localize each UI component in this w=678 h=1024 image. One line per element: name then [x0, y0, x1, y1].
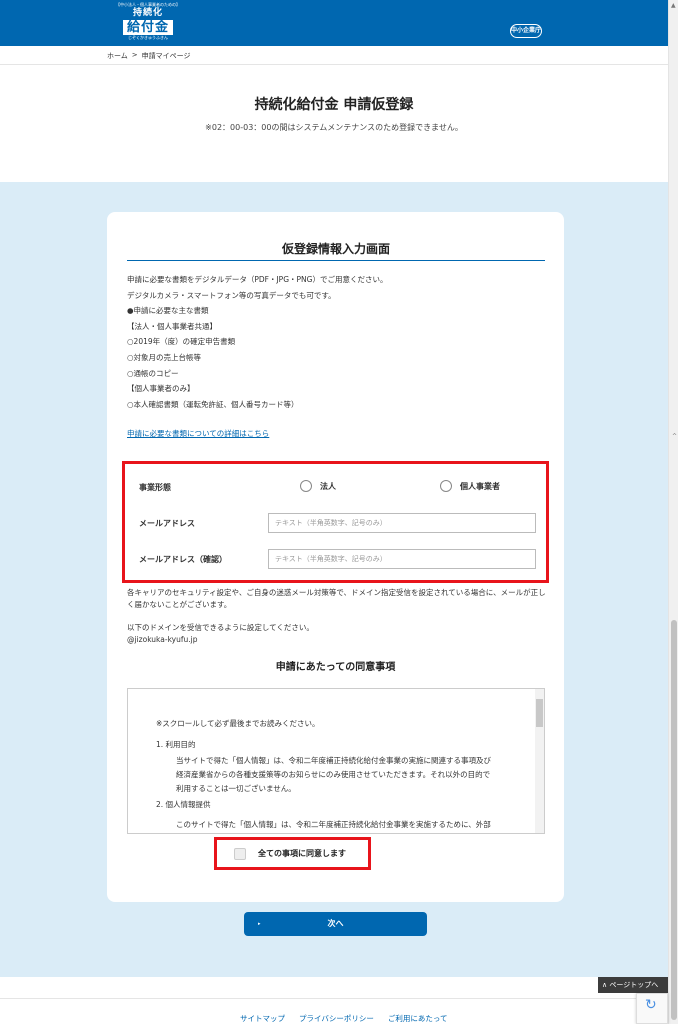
consent-line: 1. 利用目的 — [156, 740, 196, 749]
jizokuka-logo[interactable]: 【中小法人・個人事業者のための】 持続化 給付金 じぞくかきゅうふきん — [113, 2, 183, 42]
scrollbar-thumb[interactable] — [671, 620, 677, 1020]
required-documents-list: 申請に必要な書類をデジタルデータ（PDF・JPG・PNG）でご用意ください。 デ… — [127, 272, 547, 412]
logo-top-text: 持続化 — [132, 8, 163, 18]
footer-link-terms[interactable]: ご利用にあたって — [388, 1013, 448, 1024]
domain-text: @jizokuka-kyufu.jp — [127, 635, 198, 644]
radio-individual-label: 個人事業者 — [460, 481, 500, 491]
radio-corp-circle[interactable] — [300, 480, 312, 492]
site-header: 【中小法人・個人事業者のための】 持続化 給付金 じぞくかきゅうふきん 中小企業… — [0, 0, 668, 46]
doc-line: ○通帳のコピー — [127, 368, 179, 378]
recaptcha-icon: ↻ — [645, 997, 657, 1013]
footer-divider — [0, 998, 668, 999]
footer-links: サイトマップ プライバシーポリシー ご利用にあたって — [240, 1013, 447, 1024]
doc-line: 【個人事業者のみ】 — [127, 384, 195, 394]
doc-line: 申請に必要な書類をデジタルデータ（PDF・JPG・PNG）でご用意ください。 — [127, 275, 388, 284]
page-scrollbar[interactable]: ▲ ^ — [668, 0, 678, 1024]
form-highlight-box: 事業形態 法人 個人事業者 メールアドレス テキスト（半角英数字、記号のみ） メ… — [122, 461, 549, 583]
next-button[interactable]: ▸ 次へ — [244, 912, 427, 936]
consent-scroll-box[interactable]: ※スクロールして必ず最後までお読みください。 1. 利用目的 当サイトで得た「個… — [127, 688, 545, 834]
page-title: 持続化給付金 申請仮登録 — [254, 97, 414, 113]
consent-line: 経済産業省からの各種支援策等のお知らせにのみ使用させていただきます。それ以外の目… — [176, 770, 491, 779]
card-title-rule — [127, 260, 545, 261]
maintenance-notice: ※02：00-03：00の間はシステムメンテナンスのため登録できません。 — [205, 123, 463, 132]
page-top-button[interactable]: ∧ ページトップへ — [598, 977, 668, 993]
consent-scrollbar-thumb[interactable] — [536, 699, 543, 727]
radio-corporation[interactable]: 法人 — [300, 480, 336, 492]
consent-line: 当サイトで得た「個人情報」は、令和二年度補正持続化給付金事業の実施に関連する事項… — [176, 756, 491, 765]
documents-detail-link[interactable]: 申請に必要な書類についての詳細はこちら — [127, 428, 269, 439]
logo-main-text: 給付金 — [122, 20, 173, 35]
next-arrow-icon: ▸ — [258, 921, 261, 927]
consent-scrollbar[interactable] — [535, 689, 544, 833]
footer-link-sitemap[interactable]: サイトマップ — [240, 1013, 285, 1024]
email-confirm-input[interactable]: テキスト（半角英数字、記号のみ） — [268, 549, 536, 569]
footer-link-privacy[interactable]: プライバシーポリシー — [299, 1013, 374, 1024]
doc-line: デジタルカメラ・スマートフォン等の写真データでも可です。 — [127, 290, 336, 300]
agency-logo[interactable]: 中小企業庁 — [510, 24, 542, 38]
logo-sub-text: じぞくかきゅうふきん — [128, 35, 168, 40]
breadcrumb-home[interactable]: ホーム — [107, 51, 128, 61]
doc-line: ○2019年（度）の確定申告書類 — [127, 337, 236, 347]
domain-intro: 以下のドメインを受信できるように設定してください。 — [127, 623, 314, 632]
breadcrumb-divider — [0, 64, 668, 65]
business-type-label: 事業形態 — [139, 483, 171, 492]
consent-line: このサイトで得た「個人情報」は、令和二年度補正持続化給付金事業を実施するために、… — [176, 820, 491, 829]
carrier-notice: 各キャリアのセキュリティ設定や、ご自身の迷惑メール対策等で、ドメイン指定受信を設… — [127, 588, 546, 609]
scroll-up-icon[interactable]: ▲ — [671, 2, 676, 9]
recaptcha-badge[interactable]: ↻ — [636, 993, 668, 1024]
email-confirm-label: メールアドレス（確認） — [139, 555, 227, 564]
agree-label[interactable]: 全ての事項に同意します — [258, 848, 346, 859]
email-input[interactable]: テキスト（半角英数字、記号のみ） — [268, 513, 536, 533]
email-label: メールアドレス — [139, 519, 195, 528]
consent-line: ※スクロールして必ず最後までお読みください。 — [156, 719, 320, 728]
radio-individual-circle[interactable] — [440, 480, 452, 492]
consent-line: 2. 個人情報提供 — [156, 800, 211, 809]
agree-highlight-box[interactable]: 全ての事項に同意します — [214, 837, 371, 870]
agree-checkbox[interactable] — [234, 847, 246, 860]
breadcrumb: ホーム > 申請マイページ — [107, 51, 191, 61]
radio-individual[interactable]: 個人事業者 — [440, 480, 500, 492]
next-button-label: 次へ — [327, 919, 344, 928]
domain-notice: 以下のドメインを受信できるように設定してください。 @jizokuka-kyuf… — [127, 622, 547, 646]
breadcrumb-separator: > — [131, 51, 138, 59]
doc-line: ○対象月の売上台帳等 — [127, 352, 202, 362]
card-title: 仮登録情報入力画面 — [281, 242, 390, 256]
doc-line: ●申請に必要な主な書類 — [127, 306, 209, 316]
doc-line: ○本人確認書類（運転免許証、個人番号カード等） — [127, 399, 299, 409]
consent-line: 利用することは一切ございません。 — [176, 784, 296, 793]
consent-title: 申請にあたっての同意事項 — [275, 662, 396, 673]
radio-corp-label: 法人 — [320, 481, 336, 491]
scroll-caret-icon: ^ — [672, 433, 678, 440]
doc-line: 【法人・個人事業者共通】 — [127, 321, 217, 331]
breadcrumb-current: 申請マイページ — [141, 52, 191, 60]
